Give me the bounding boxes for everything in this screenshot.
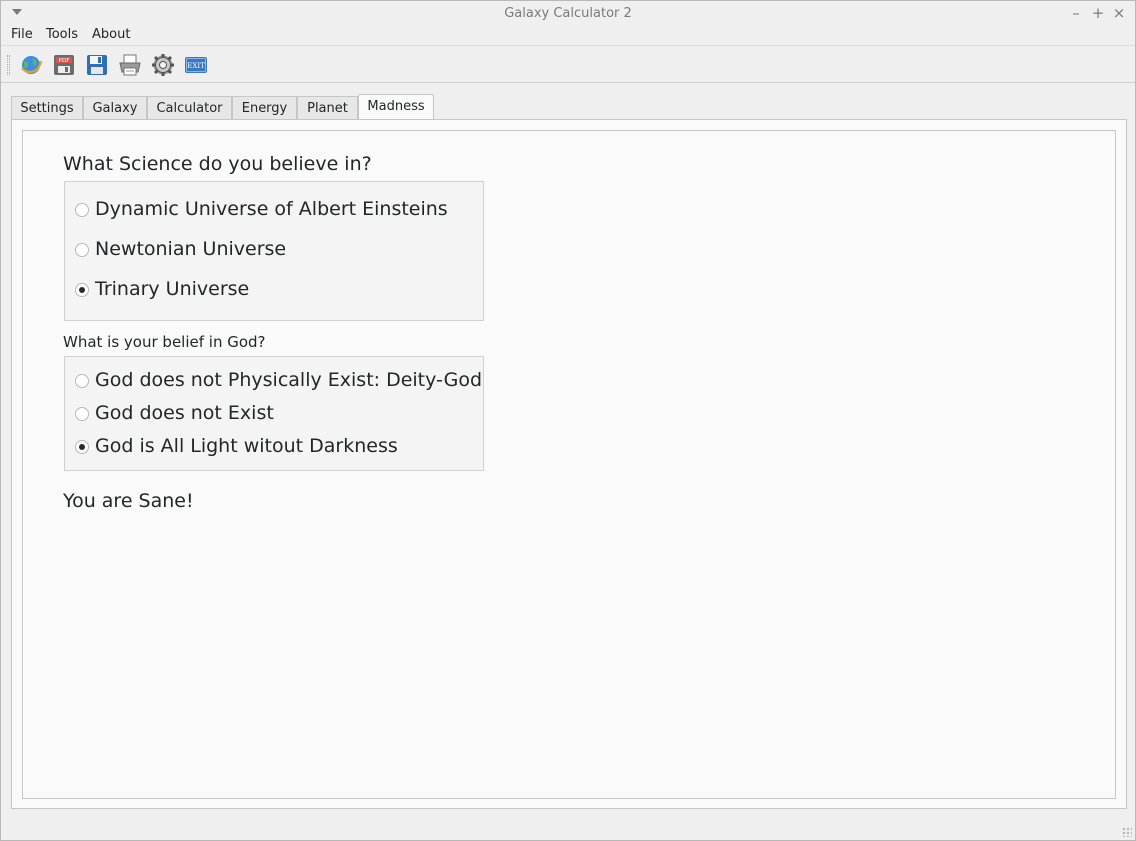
svg-text:PDF: PDF [59, 58, 70, 64]
menu-bar: File Tools About [1, 25, 1135, 45]
toolbar-grip[interactable] [7, 55, 10, 75]
globe-icon[interactable] [19, 53, 43, 77]
radio-button[interactable] [75, 203, 89, 217]
exit-icon[interactable]: EXIT [184, 53, 208, 77]
radio-button-checked[interactable] [75, 283, 89, 297]
radio-button[interactable] [75, 407, 89, 421]
tab-planet[interactable]: Planet [297, 96, 358, 120]
radio-label[interactable]: Trinary Universe [95, 278, 249, 300]
radio-label[interactable]: God does not Exist [95, 402, 274, 424]
tab-galaxy[interactable]: Galaxy [83, 96, 147, 120]
tab-panel-madness: What Science do you believe in? Dynamic … [11, 119, 1127, 809]
radio-label[interactable]: Newtonian Universe [95, 238, 286, 260]
sanity-result: You are Sane! [63, 490, 194, 512]
title-bar: Galaxy Calculator 2 – + × [1, 1, 1135, 25]
tab-calculator[interactable]: Calculator [147, 96, 232, 120]
radio-button[interactable] [75, 243, 89, 257]
radio-label[interactable]: Dynamic Universe of Albert Einsteins [95, 198, 448, 220]
menu-tools[interactable]: Tools [46, 27, 78, 42]
god-question: What is your belief in God? [63, 333, 266, 351]
radio-button[interactable] [75, 374, 89, 388]
minimize-button[interactable]: – [1069, 5, 1083, 21]
print-icon[interactable] [118, 53, 142, 77]
toolbar: PDF EXIT [1, 45, 1135, 83]
resize-grip[interactable] [1122, 827, 1132, 837]
madness-content: What Science do you believe in? Dynamic … [22, 130, 1116, 799]
science-question: What Science do you believe in? [63, 153, 372, 175]
radio-label[interactable]: God is All Light witout Darkness [95, 435, 398, 457]
tab-madness[interactable]: Madness [358, 94, 434, 121]
settings-gear-icon[interactable] [151, 53, 175, 77]
menu-about[interactable]: About [92, 27, 130, 42]
maximize-button[interactable]: + [1091, 5, 1105, 21]
tab-settings[interactable]: Settings [11, 96, 83, 120]
science-radio-group: Dynamic Universe of Albert Einsteins New… [64, 181, 484, 321]
close-button[interactable]: × [1112, 5, 1126, 21]
svg-text:EXIT: EXIT [187, 62, 205, 70]
god-radio-group: God does not Physically Exist: Deity-God… [64, 356, 484, 471]
window-title: Galaxy Calculator 2 [504, 6, 632, 21]
tab-energy[interactable]: Energy [232, 96, 297, 120]
radio-button-checked[interactable] [75, 440, 89, 454]
save-icon[interactable] [85, 53, 109, 77]
app-window: Galaxy Calculator 2 – + × File Tools Abo… [0, 0, 1136, 841]
radio-label[interactable]: God does not Physically Exist: Deity-God [95, 369, 482, 391]
pdf-icon[interactable]: PDF [52, 53, 76, 77]
menu-file[interactable]: File [11, 27, 33, 42]
